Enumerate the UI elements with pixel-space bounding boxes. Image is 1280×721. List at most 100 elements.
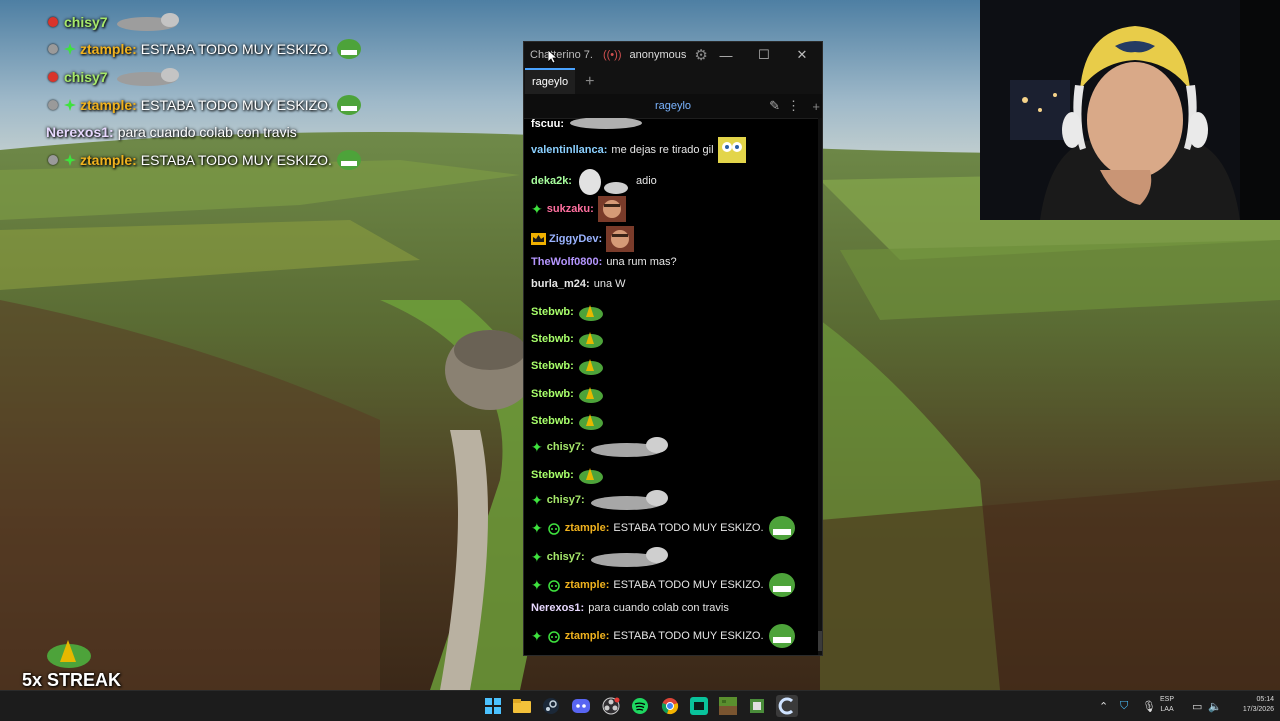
tray-display-icon[interactable]: ▭ [1192, 691, 1202, 721]
chat-scrollbar[interactable] [818, 118, 822, 655]
chat-message: Stebwb: [531, 329, 604, 349]
streak-counter: 5x STREAK [22, 670, 122, 690]
chatterino-window[interactable]: Chatterino 7. ((•)) anonymous ⚙ — ☐ ✕ ra… [523, 41, 823, 656]
tray-chevron-up-icon[interactable]: ⌃ [1099, 691, 1108, 721]
crown-badge-icon [531, 233, 546, 245]
tab-bar: rageylo + [524, 68, 822, 94]
overlay-message-text: para cuando colab con travis [117, 124, 297, 141]
bot-badge-icon [547, 631, 560, 643]
minecraft-icon[interactable] [717, 695, 739, 717]
username[interactable]: valentinllanca: [531, 144, 607, 156]
add-tab-icon[interactable]: + [585, 70, 594, 94]
cat-emote [590, 490, 668, 510]
username[interactable]: Stebwb: [531, 388, 574, 400]
cat-emote [590, 437, 668, 457]
username[interactable]: chisy7: [547, 551, 585, 563]
game-icon[interactable] [746, 695, 768, 717]
chrome-icon[interactable] [659, 695, 681, 717]
scrollbar-thumb[interactable] [818, 631, 822, 651]
chat-message: ✦ chisy7: [531, 436, 671, 458]
pepe-emote [336, 39, 361, 60]
username[interactable]: TheWolf0800: [531, 256, 602, 268]
windows-start-icon[interactable] [482, 695, 504, 717]
more-options-icon[interactable]: ⋮ [787, 98, 800, 114]
username[interactable]: chisy7: [547, 494, 585, 506]
account-switcher[interactable]: anonymous [630, 49, 687, 61]
overlay-chat-line: ztample: ESTABA TODO MUY ESKIZO. [46, 91, 466, 119]
chat-message: ✦ ztample: ESTABA TODO MUY ESKIZO. [531, 572, 796, 598]
username[interactable]: fscuu: [531, 118, 564, 130]
overlay-username: ztample: [80, 41, 137, 58]
moderation-pen-icon[interactable]: ✎ [769, 98, 780, 114]
chat-message-list[interactable]: fscuu: valentinllanca: me dejas re tirad… [524, 118, 818, 655]
verified-star-badge-icon: ✦ [531, 439, 543, 455]
overlay-username: ztample: [80, 96, 137, 113]
username[interactable]: sukzaku: [547, 203, 594, 215]
username[interactable]: ztample: [565, 522, 610, 534]
tab-rageylo[interactable]: rageylo [525, 68, 576, 94]
verified-star-badge-icon: ✦ [531, 549, 543, 565]
chat-message: ✦ sukzaku: [531, 196, 626, 222]
bot-badge-icon [64, 98, 76, 111]
chat-message: ✦ ztample: ESTABA TODO MUY ESKIZO. [531, 515, 796, 541]
username[interactable]: Stebwb: [531, 415, 574, 427]
tab-label: rageylo [532, 76, 569, 88]
overlay-username: ztample: [80, 151, 137, 168]
bot-badge-icon [547, 580, 560, 592]
chat-message: ✦ ztample: ESTABA TODO MUY ESKIZO. [531, 623, 796, 649]
username[interactable]: Stebwb: [531, 306, 574, 318]
red-dot-icon [48, 71, 58, 82]
chat-message: valentinllanca: me dejas re tirado gil [531, 136, 747, 164]
username[interactable]: Stebwb: [531, 360, 574, 372]
streamlabs-icon[interactable] [688, 695, 710, 717]
language-indicator[interactable]: ESP LAA [1160, 695, 1174, 715]
spotify-icon[interactable] [629, 695, 651, 717]
username[interactable]: Nerexos1: [531, 602, 584, 614]
cat-emote [590, 547, 668, 567]
window-titlebar[interactable]: Chatterino 7. ((•)) anonymous ⚙ — ☐ ✕ [524, 42, 822, 68]
username[interactable]: ztample: [565, 630, 610, 642]
file-explorer-icon[interactable] [511, 695, 533, 717]
pepe-emote [768, 624, 795, 648]
chat-message: ✦ chisy7: [531, 546, 671, 568]
bot-badge-icon [547, 523, 560, 535]
obs-icon[interactable] [600, 695, 622, 717]
face-emote [606, 226, 635, 252]
chatterino-icon[interactable] [776, 695, 798, 717]
overlay-chat-line: ztample: ESTABA TODO MUY ESKIZO. [46, 146, 466, 174]
tray-defender-icon[interactable]: ⛉ [1120, 691, 1128, 721]
username[interactable]: deka2k: [531, 175, 572, 187]
pepe-bell-emote [578, 359, 603, 375]
bot-badge-icon [64, 153, 76, 166]
verified-star-badge-icon: ✦ [531, 628, 543, 644]
system-clock[interactable]: 05:14 17/3/2026 [1228, 695, 1274, 715]
tray-mic-icon[interactable]: 🎙 [1142, 691, 1156, 721]
chat-message: Stebwb: [531, 384, 604, 404]
verified-star-badge-icon: ✦ [531, 492, 543, 508]
username[interactable]: Stebwb: [531, 333, 574, 345]
chat-message: Nerexos1: para cuando colab con travis [531, 602, 729, 614]
close-button[interactable]: ✕ [783, 42, 821, 68]
cat-emote [570, 118, 642, 129]
maximize-button[interactable]: ☐ [745, 42, 783, 68]
pepe-bell-emote [47, 640, 91, 668]
steam-icon[interactable] [540, 695, 562, 717]
discord-icon[interactable] [570, 695, 592, 717]
pepe-bell-emote [578, 332, 603, 348]
message-text: adio [635, 175, 657, 187]
pepe-bell-emote [578, 414, 603, 430]
username[interactable]: burla_m24: [531, 278, 590, 290]
tray-volume-icon[interactable]: 🔈 [1208, 691, 1222, 721]
chat-message: Stebwb: [531, 465, 604, 485]
username[interactable]: ztample: [565, 579, 610, 591]
username[interactable]: chisy7: [547, 441, 585, 453]
clock-date: 17/3/2026 [1242, 706, 1274, 713]
settings-gear-icon[interactable]: ⚙ [694, 46, 707, 64]
split-header[interactable]: rageylo ✎ ⋮ + [524, 94, 822, 119]
minimize-button[interactable]: — [707, 42, 745, 68]
overlay-message-text: ESTABA TODO MUY ESKIZO. [140, 96, 332, 113]
add-split-icon[interactable]: + [812, 99, 820, 114]
overlay-username: chisy7 [64, 68, 108, 85]
username[interactable]: Stebwb: [531, 469, 574, 481]
username[interactable]: ZiggyDev: [549, 233, 602, 245]
